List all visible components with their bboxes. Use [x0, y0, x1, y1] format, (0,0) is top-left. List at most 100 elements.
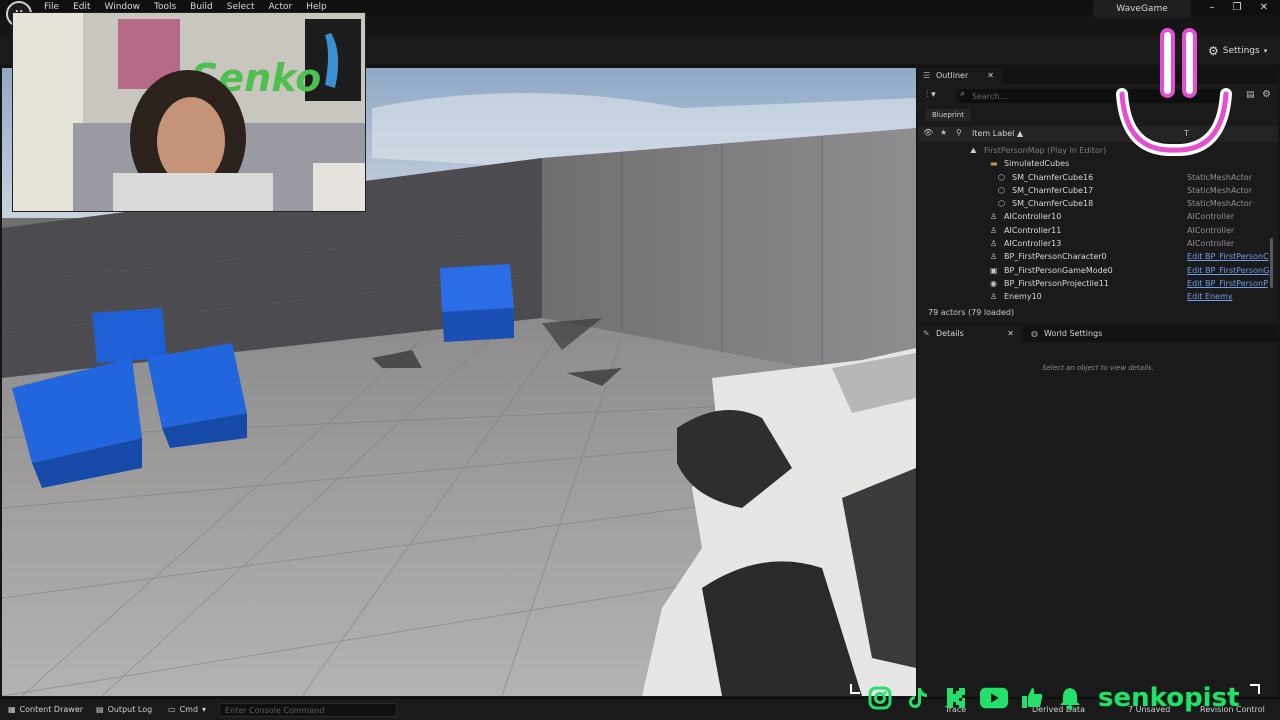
visibility-eye-icon[interactable]: 👁: [923, 128, 933, 137]
console-input[interactable]: [220, 704, 396, 716]
frame-corner: [850, 684, 860, 694]
edit-blueprint-link[interactable]: Edit BP_FirstPersonC: [1187, 250, 1269, 263]
log-icon: ▤: [96, 705, 104, 714]
actor-type-icon: ▬: [990, 159, 998, 169]
outliner-tab-label: Outliner: [936, 71, 969, 80]
outliner-row[interactable]: ⬡ SM_ChamferCube17 StaticMeshActor: [918, 184, 1270, 197]
actor-type: AIController: [1187, 239, 1235, 249]
outliner-row[interactable]: ♙ BP_FirstPersonCharacter0 Edit BP_FirstPe…: [918, 250, 1270, 263]
actor-type-icon: ♙: [990, 225, 998, 235]
close-icon[interactable]: ✕: [1007, 326, 1014, 342]
menu-window[interactable]: Window: [105, 2, 141, 12]
menu-actor[interactable]: Actor: [269, 2, 293, 12]
outliner-row[interactable]: ⬡ SM_ChamferCube18 StaticMeshActor: [918, 197, 1270, 210]
cmd-dropdown[interactable]: ▭ Cmd ▾: [168, 705, 206, 714]
gear-icon[interactable]: ⚙: [1262, 89, 1271, 100]
edit-blueprint-link[interactable]: Edit BP_FirstPersonP: [1187, 277, 1268, 290]
smiley-eye-right: [1182, 28, 1197, 98]
actor-name: AIController11: [1004, 225, 1062, 235]
outliner-row[interactable]: ⬡ SM_ChamferCube16 StaticMeshActor: [918, 171, 1270, 184]
actor-count: 79 actors (79 loaded): [928, 308, 1015, 317]
actor-type: AIController: [1187, 225, 1235, 235]
actor-name: FirstPersonMap (Play In Editor): [984, 146, 1107, 155]
tab-details[interactable]: ✎ Details ✕: [918, 326, 1022, 342]
actor-name: Enemy10: [1004, 292, 1042, 302]
search-icon: ⌕: [960, 89, 966, 99]
tab-outliner[interactable]: ☰ Outliner ✕: [918, 68, 1002, 84]
close-icon[interactable]: ✕: [1260, 2, 1268, 13]
actor-type-icon: ▣: [990, 265, 998, 275]
minimize-icon[interactable]: –: [1210, 2, 1215, 13]
chevron-down-icon: ▾: [202, 705, 207, 714]
social-overlay: senkopist: [866, 680, 1240, 716]
window-controls: – ❐ ✕: [1210, 2, 1268, 13]
console-command-field: [219, 703, 397, 717]
outliner-row[interactable]: ♙ AIController11 AIController: [918, 224, 1270, 237]
outliner-icon: ☰: [923, 71, 931, 80]
tab-world-settings[interactable]: ◍ World Settings: [1026, 326, 1136, 342]
youtube-icon: [980, 684, 1008, 712]
star-icon[interactable]: ★: [940, 128, 947, 137]
blue-cube: [440, 264, 514, 342]
filter-chip-blueprint[interactable]: Blueprint: [926, 109, 970, 121]
actor-name: SM_ChamferCube16: [1012, 172, 1094, 182]
outliner-row[interactable]: ▣ BP_FirstPersonGameMode0 Edit BP_FirstPer…: [918, 264, 1270, 277]
output-log-label: Output Log: [107, 705, 153, 714]
details-tab-label: Details: [936, 329, 964, 338]
actor-type: AIController: [1187, 212, 1235, 222]
maximize-icon[interactable]: ❐: [1233, 2, 1242, 13]
actor-name: SM_ChamferCube18: [1012, 199, 1094, 209]
world-settings-label: World Settings: [1044, 329, 1103, 338]
actor-type-icon: ♙: [990, 252, 998, 262]
menu-bar: File Edit Window Tools Build Select Acto…: [44, 2, 327, 12]
outliner-row[interactable]: ◉ BP_FirstPersonProjectile11 Edit BP_First…: [918, 277, 1270, 290]
actor-type-icon: ⬡: [998, 185, 1005, 195]
actor-name: BP_FirstPersonGameMode0: [1004, 265, 1113, 275]
actor-type: StaticMeshActor: [1187, 172, 1252, 182]
edit-blueprint-link[interactable]: Edit BP_FirstPersonG: [1187, 264, 1269, 277]
output-log-button[interactable]: ▤ Output Log: [96, 705, 152, 714]
tiktok-icon: [904, 684, 932, 712]
menu-file[interactable]: File: [44, 2, 59, 12]
chevron-down-icon: ▾: [1263, 47, 1268, 55]
actor-type-icon: ♙: [990, 292, 998, 302]
menu-build[interactable]: Build: [190, 2, 213, 12]
pencil-icon: ✎: [923, 329, 930, 338]
thumbs-up-icon: [1018, 684, 1046, 712]
actor-type-icon: ◉: [990, 278, 997, 288]
outliner-scrollbar[interactable]: [1270, 238, 1273, 288]
close-icon[interactable]: ✕: [987, 68, 994, 84]
kick-icon: [942, 684, 970, 712]
drawer-icon: ▦: [8, 705, 16, 714]
menu-select[interactable]: Select: [227, 2, 255, 12]
actor-name: SM_ChamferCube17: [1012, 185, 1094, 195]
instagram-icon: [866, 684, 894, 712]
add-folder-icon[interactable]: ▤: [1246, 90, 1255, 100]
details-panel: ✎ Details ✕ ◍ World Settings Select an o…: [918, 326, 1278, 696]
pin-icon[interactable]: ⚲: [956, 128, 962, 137]
actor-type-icon: ⬡: [998, 199, 1005, 209]
blue-cube: [92, 308, 167, 363]
content-drawer-button[interactable]: ▦ Content Drawer: [8, 705, 83, 714]
outliner-tree: ⛰ FirstPersonMap (Play In Editor) ▬ Simulat…: [918, 144, 1270, 304]
actor-name: BP_FirstPersonCharacter0: [1004, 252, 1107, 262]
bell-icon: [1056, 684, 1084, 712]
webcam-overlay: Senko: [12, 12, 366, 212]
details-tabbar: ✎ Details ✕ ◍ World Settings: [918, 326, 1278, 342]
column-item-label[interactable]: Item Label ▲: [972, 129, 1023, 138]
outliner-row[interactable]: ♙ AIController13 AIController: [918, 237, 1270, 250]
outliner-row[interactable]: ▬ SimulatedCubes: [918, 157, 1270, 170]
details-empty-hint: Select an object to view details.: [1042, 364, 1154, 372]
smiley-mouth: [1116, 88, 1232, 156]
outliner-row[interactable]: ♙ Enemy10 Edit Enemy: [918, 290, 1270, 303]
filter-icon[interactable]: ⫶ ▾: [926, 90, 936, 100]
actor-name: AIController10: [1004, 212, 1062, 222]
smiley-eye-left: [1160, 28, 1175, 98]
menu-help[interactable]: Help: [306, 2, 327, 12]
menu-edit[interactable]: Edit: [73, 2, 90, 12]
webcam-image: Senko: [13, 13, 365, 211]
menu-tools[interactable]: Tools: [154, 2, 176, 12]
actor-type-icon: ♙: [990, 212, 998, 222]
edit-blueprint-link[interactable]: Edit Enemy: [1187, 290, 1233, 303]
outliner-row[interactable]: ♙ AIController10 AIController: [918, 210, 1270, 223]
